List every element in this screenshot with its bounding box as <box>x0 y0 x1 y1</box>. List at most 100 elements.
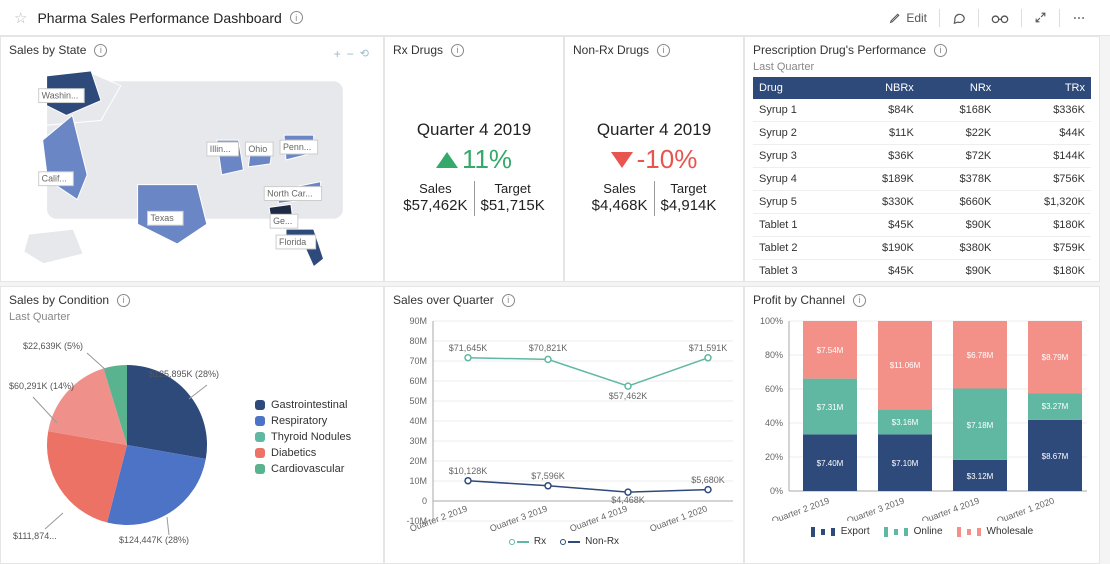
svg-text:$57,462K: $57,462K <box>609 391 648 401</box>
svg-text:Quarter 3 2019: Quarter 3 2019 <box>488 503 548 531</box>
panel-drug-table: Prescription Drug's Performance i Last Q… <box>744 36 1100 282</box>
info-icon[interactable]: i <box>502 294 515 307</box>
svg-text:$3.12M: $3.12M <box>967 472 994 481</box>
svg-text:60%: 60% <box>765 384 783 394</box>
bar-legend: Export Online Wholesale <box>753 526 1091 537</box>
svg-text:$71,591K: $71,591K <box>689 343 728 353</box>
svg-text:80%: 80% <box>765 350 783 360</box>
svg-text:$7.31M: $7.31M <box>817 403 844 412</box>
svg-text:$125,895K (28%): $125,895K (28%) <box>149 369 219 379</box>
pencil-icon <box>889 11 902 24</box>
pie-legend: Gastrointestinal Respiratory Thyroid Nod… <box>255 395 351 479</box>
svg-text:Illin...: Illin... <box>210 144 231 154</box>
favorite-star-icon[interactable]: ☆ <box>14 9 27 27</box>
col-drug[interactable]: Drug <box>753 77 842 99</box>
svg-text:$22,639K (5%): $22,639K (5%) <box>23 341 83 351</box>
more-button[interactable] <box>1062 0 1096 35</box>
svg-text:70M: 70M <box>409 356 427 366</box>
table-row[interactable]: Syrup 4$189K$378K$756K <box>753 168 1091 191</box>
info-icon[interactable]: i <box>94 44 107 57</box>
info-icon[interactable]: i <box>290 11 303 24</box>
svg-text:0%: 0% <box>770 486 783 496</box>
table-row[interactable]: Tablet 3$45K$90K$180K <box>753 260 1091 283</box>
svg-text:50M: 50M <box>409 396 427 406</box>
zoom-out-icon[interactable]: − <box>347 47 354 61</box>
app-header: ☆ Pharma Sales Performance Dashboard i E… <box>0 0 1110 36</box>
svg-text:Penn...: Penn... <box>283 142 311 152</box>
panel-sales-over-quarter: Sales over Quarter i 90M 80M 70M 60M 50M… <box>384 286 744 564</box>
info-icon[interactable]: i <box>657 44 670 57</box>
panel-title: Rx Drugs <box>393 43 443 57</box>
svg-text:20%: 20% <box>765 452 783 462</box>
svg-text:60M: 60M <box>409 376 427 386</box>
col-trx[interactable]: TRx <box>997 77 1091 99</box>
table-row[interactable]: Syrup 5$330K$660K$1,320K <box>753 191 1091 214</box>
svg-text:40M: 40M <box>409 416 427 426</box>
nonrx-quarter: Quarter 4 2019 <box>597 120 711 140</box>
svg-text:$6.78M: $6.78M <box>967 351 994 360</box>
us-map[interactable]: Washin... Calif... Illin... Ohio Penn...… <box>9 61 375 269</box>
panel-title: Non-Rx Drugs <box>573 43 649 57</box>
table-row[interactable]: Syrup 3$36K$72K$144K <box>753 145 1091 168</box>
svg-text:$10,128K: $10,128K <box>449 466 488 476</box>
table-row[interactable]: Syrup 2$11K$22K$44K <box>753 122 1091 145</box>
glasses-icon <box>991 11 1009 25</box>
rx-sales: $57,462K <box>403 197 467 216</box>
svg-text:$7,596K: $7,596K <box>531 471 565 481</box>
info-icon[interactable]: i <box>934 44 947 57</box>
table-row[interactable]: Syrup 1$84K$168K$336K <box>753 99 1091 122</box>
svg-text:$4,468K: $4,468K <box>611 495 645 505</box>
svg-text:Ge...: Ge... <box>273 216 292 226</box>
stacked-bar-chart[interactable]: 100% 80% 60% 40% 20% 0% $7.40M $7.31M $7… <box>753 311 1093 521</box>
svg-text:$8.67M: $8.67M <box>1042 452 1069 461</box>
svg-text:10M: 10M <box>409 476 427 486</box>
ellipsis-icon <box>1072 11 1086 25</box>
nonrx-target: $4,914K <box>661 197 717 216</box>
svg-text:Quarter 1 2020: Quarter 1 2020 <box>648 503 708 531</box>
rx-quarter: Quarter 4 2019 <box>417 120 531 140</box>
svg-text:Florida: Florida <box>279 237 306 247</box>
panel-subtitle: Last Quarter <box>753 61 1091 73</box>
svg-text:$124,447K (28%): $124,447K (28%) <box>119 535 189 545</box>
col-nrx[interactable]: NRx <box>920 77 997 99</box>
svg-text:Calif...: Calif... <box>42 174 67 184</box>
comment-button[interactable] <box>942 0 976 35</box>
svg-text:Quarter 4 2019: Quarter 4 2019 <box>568 503 628 531</box>
line-legend: Rx Non-Rx <box>393 536 735 547</box>
table-row[interactable]: Tablet 2$190K$380K$759K <box>753 237 1091 260</box>
table-row[interactable]: Tablet 1$45K$90K$180K <box>753 214 1091 237</box>
info-icon[interactable]: i <box>853 294 866 307</box>
rx-delta: 11% <box>436 144 512 175</box>
line-chart[interactable]: 90M 80M 70M 60M 50M 40M 30M 20M 10M 0 -1… <box>393 311 743 531</box>
svg-text:North Car...: North Car... <box>267 189 312 199</box>
svg-text:Quarter 3 2019: Quarter 3 2019 <box>845 495 905 521</box>
edit-button[interactable]: Edit <box>879 0 937 35</box>
expand-icon <box>1034 11 1047 24</box>
nonrx-delta: -10% <box>611 144 698 175</box>
pie-chart[interactable]: $125,895K (28%) $124,447K (28%) $111,874… <box>9 327 249 547</box>
info-icon[interactable]: i <box>117 294 130 307</box>
dual-view-button[interactable] <box>981 0 1019 35</box>
info-icon[interactable]: i <box>451 44 464 57</box>
rx-target: $51,715K <box>481 197 545 216</box>
svg-text:$3.27M: $3.27M <box>1042 402 1069 411</box>
svg-text:$111,874...: $111,874... <box>13 531 57 541</box>
zoom-in-icon[interactable]: + <box>334 47 341 61</box>
panel-title: Profit by Channel <box>753 293 845 307</box>
col-nbrx[interactable]: NBRx <box>842 77 919 99</box>
svg-text:90M: 90M <box>409 316 427 326</box>
dashboard-title: Pharma Sales Performance Dashboard <box>37 10 281 26</box>
triangle-down-icon <box>611 152 633 168</box>
svg-text:$60,291K (14%): $60,291K (14%) <box>9 381 74 391</box>
svg-text:Quarter 2 2019: Quarter 2 2019 <box>770 495 830 521</box>
svg-text:$7.18M: $7.18M <box>967 421 994 430</box>
triangle-up-icon <box>436 152 458 168</box>
panel-title: Sales by State <box>9 43 86 57</box>
reset-icon[interactable]: ⟲ <box>360 47 369 61</box>
panel-title: Prescription Drug's Performance <box>753 43 926 57</box>
svg-text:100%: 100% <box>760 316 783 326</box>
panel-nonrx-drugs: Non-Rx Drugs i Quarter 4 2019 -10% Sales… <box>564 36 744 282</box>
svg-text:$3.16M: $3.16M <box>892 418 919 427</box>
expand-button[interactable] <box>1024 0 1057 35</box>
svg-text:$71,645K: $71,645K <box>449 343 488 353</box>
